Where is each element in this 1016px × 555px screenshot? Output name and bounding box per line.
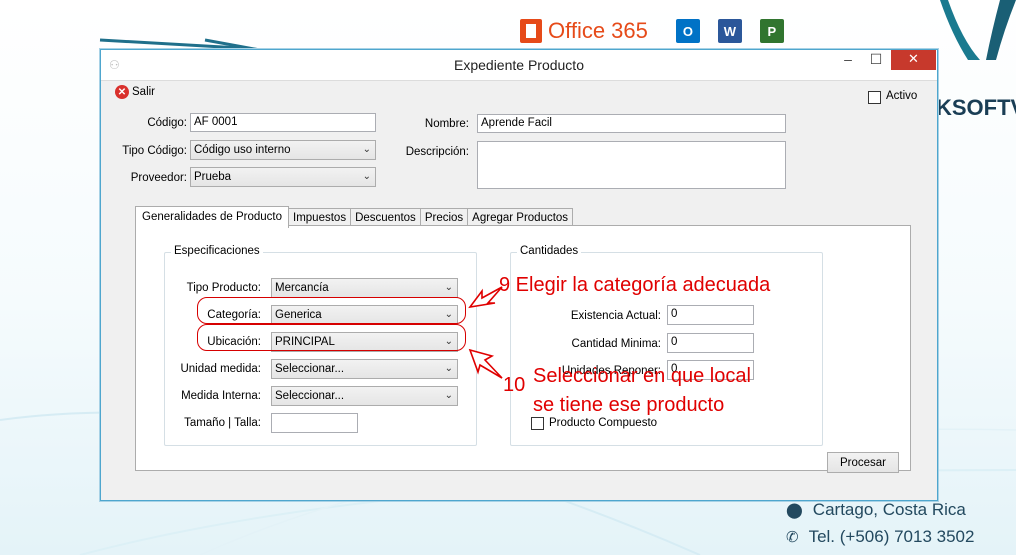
existencia-actual-input[interactable]: 0 — [667, 305, 754, 325]
brand-text: KSOFTV — [936, 95, 1016, 120]
cantidades-title: Cantidades — [517, 245, 582, 257]
procesar-button[interactable]: Procesar — [827, 452, 899, 473]
title-bar[interactable]: ⚇ Expediente Producto – ☐ ✕ — [101, 50, 937, 81]
chevron-down-icon: ⌄ — [362, 171, 371, 182]
annotation-arrow-icon — [468, 348, 503, 379]
contact-location: ⬤ Cartago, Costa Rica — [786, 500, 966, 519]
medida-interna-label: Medida Interna: — [181, 390, 261, 402]
descripcion-label: Descripción: — [405, 146, 469, 158]
brand-logo-icon — [940, 0, 1016, 60]
codigo-input[interactable]: AF 0001 — [190, 113, 376, 132]
annotation-step-10-number: 10 — [503, 374, 526, 396]
window-title: Expediente Producto — [454, 57, 584, 73]
whatsapp-icon: ✆ — [786, 529, 799, 546]
nombre-input[interactable]: Aprende Facil — [477, 114, 786, 133]
producto-compuesto-checkbox[interactable] — [531, 417, 544, 430]
outlook-icon: O — [675, 19, 700, 43]
cantidad-minima-label: Cantidad Minima: — [571, 338, 661, 350]
unidad-medida-select[interactable]: Seleccionar... ⌄ — [271, 359, 458, 379]
location-pin-icon: ⬤ — [786, 502, 803, 519]
chevron-down-icon: ⌄ — [444, 282, 453, 293]
tipo-producto-label: Tipo Producto: — [186, 282, 261, 294]
minimize-button[interactable]: – — [834, 50, 862, 70]
unidad-medida-label: Unidad medida: — [180, 363, 261, 375]
tamano-talla-label: Tamaño | Talla: — [184, 417, 261, 429]
chevron-down-icon: ⌄ — [362, 144, 371, 155]
categoria-highlight-oval — [197, 297, 466, 324]
proveedor-select[interactable]: Prueba ⌄ — [190, 167, 376, 187]
salir-button[interactable]: ✕ Salir — [115, 85, 155, 99]
office-logo-icon — [520, 19, 542, 43]
tamano-talla-input[interactable] — [271, 413, 358, 433]
ubicacion-highlight-oval — [197, 324, 466, 351]
descripcion-textarea[interactable] — [477, 141, 786, 189]
tab-generalidades[interactable]: Generalidades de Producto — [135, 206, 290, 228]
especificaciones-title: Especificaciones — [171, 245, 263, 257]
chevron-down-icon: ⌄ — [444, 390, 453, 401]
medida-interna-select[interactable]: Seleccionar... ⌄ — [271, 386, 458, 406]
salir-label: Salir — [132, 86, 156, 98]
proveedor-label: Proveedor: — [130, 172, 187, 184]
contact-phone: ✆ Tel. (+506) 7013 3502 — [786, 527, 975, 546]
tipo-codigo-label: Tipo Código: — [122, 145, 187, 157]
annotation-step-10-line2: se tiene ese producto — [533, 394, 725, 416]
project-icon: P — [759, 19, 784, 43]
tipo-codigo-select[interactable]: Código uso interno ⌄ — [190, 140, 376, 160]
annotation-step-9: 9 Elegir la categoría adecuada — [499, 274, 771, 296]
word-icon: W — [717, 19, 742, 43]
existencia-actual-label: Existencia Actual: — [570, 310, 661, 322]
codigo-label: Código: — [147, 117, 187, 129]
producto-compuesto-label: Producto Compuesto — [549, 417, 658, 429]
maximize-button[interactable]: ☐ — [862, 50, 890, 70]
close-button[interactable]: ✕ — [891, 50, 936, 70]
chevron-down-icon: ⌄ — [444, 363, 453, 374]
tipo-producto-select[interactable]: Mercancía ⌄ — [271, 278, 458, 298]
nombre-label: Nombre: — [424, 118, 469, 130]
office-365-text: Office 365 — [548, 18, 648, 43]
annotation-step-10-line1: Seleccionar en que local — [533, 365, 751, 387]
activo-label: Activo — [886, 90, 918, 102]
cantidad-minima-input[interactable]: 0 — [667, 333, 754, 353]
exit-icon: ✕ — [115, 85, 129, 99]
tab-strip: Generalidades de Producto Impuestos Desc… — [135, 205, 574, 228]
office-365-banner: Office 365 O W P — [520, 18, 784, 44]
activo-checkbox[interactable] — [868, 91, 881, 104]
